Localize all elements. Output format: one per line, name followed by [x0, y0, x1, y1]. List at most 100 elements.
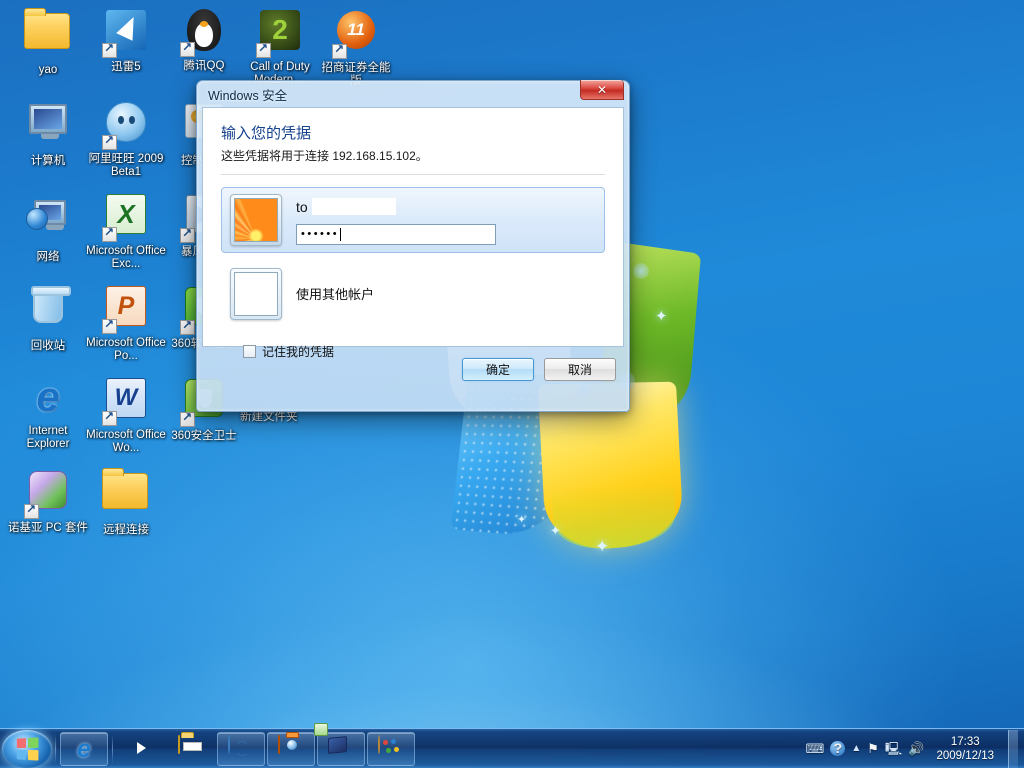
username-row[interactable]: to	[296, 196, 596, 218]
shortcut-overlay-icon	[256, 41, 271, 58]
desktop-icon[interactable]: 远程连接	[86, 466, 166, 537]
dialog-titlebar[interactable]: Windows 安全 ✕	[202, 80, 624, 107]
desktop-icon[interactable]: 回收站	[8, 282, 88, 353]
aww-icon	[102, 102, 150, 150]
desktop-icon[interactable]: e Internet Explorer	[8, 374, 88, 451]
desktop-icon[interactable]: 迅雷5	[86, 6, 166, 74]
volume-icon[interactable]: 🔊	[908, 742, 924, 755]
shortcut-overlay-icon	[102, 317, 117, 334]
show-desktop-button[interactable]	[1008, 729, 1018, 768]
folder-icon	[178, 734, 204, 762]
shortcut-overlay-icon	[102, 225, 117, 242]
globe-icon	[228, 734, 254, 762]
camera-icon	[278, 734, 304, 762]
clock-time: 17:33	[950, 735, 980, 748]
remember-credentials-checkbox[interactable]	[243, 345, 256, 358]
media-player-icon	[128, 736, 154, 762]
dialog-subtitle: 这些凭据将用于连接 192.168.15.102。	[221, 149, 428, 163]
shortcut-overlay-icon	[102, 133, 117, 150]
shortcut-overlay-icon	[102, 41, 117, 58]
penguin-icon	[180, 9, 228, 57]
text-caret	[340, 227, 342, 241]
taskbar: e ⌨ ? ▲ ⚑ 🖳 🔊 17:33 2009/12/13	[0, 728, 1024, 768]
taskbar-button-windows-media-player[interactable]	[117, 732, 165, 766]
folder-icon	[102, 468, 150, 521]
desktop-icon-label: 回收站	[30, 340, 66, 352]
desktop-icon[interactable]: 网络	[8, 190, 88, 264]
username-input[interactable]	[311, 198, 396, 215]
blank-avatar-icon	[234, 272, 278, 316]
sparkle-icon: ✦	[517, 514, 527, 526]
ie-icon: e	[77, 734, 91, 763]
sparkle-icon: ✦	[595, 537, 610, 556]
desktop-icon[interactable]: Microsoft Office Wo...	[86, 374, 166, 455]
windows-security-dialog: Windows 安全 ✕ 输入您的凭据 这些凭据将用于连接 192.168.15…	[196, 80, 630, 412]
sparkle-icon: ✦	[550, 523, 561, 538]
taskbar-divider	[55, 733, 56, 764]
taskbar-button-screen-capture[interactable]	[267, 731, 315, 766]
help-icon[interactable]: ?	[830, 741, 846, 756]
action-center-flag-icon[interactable]: ⚑	[867, 742, 879, 755]
desktop-icon-label: 腾讯QQ	[183, 60, 225, 72]
thunder-icon	[102, 10, 150, 58]
taskbar-button-internet-explorer[interactable]: e	[60, 731, 108, 766]
other-account-label: 使用其他帐户	[296, 287, 375, 302]
desktop-icon-label: 360安全卫士	[171, 430, 237, 442]
desktop-icon[interactable]: Microsoft Office Po...	[86, 282, 166, 363]
dialog-title: Windows 安全	[208, 88, 288, 103]
desktop-icon-label: Internet Explorer	[26, 425, 70, 450]
windows-logo-icon	[16, 736, 39, 761]
desktop-icon[interactable]: 招商证券全能版	[316, 6, 396, 88]
account-tile-selected[interactable]: to ••••••	[221, 187, 605, 253]
shortcut-overlay-icon	[102, 409, 117, 426]
desktop-icon[interactable]: 诺基亚 PC 套件	[8, 466, 88, 535]
blank-avatar	[230, 268, 282, 320]
nokia-icon	[24, 471, 72, 519]
wd-icon	[102, 378, 150, 426]
taskbar-divider	[112, 733, 113, 764]
taskbar-button-remote-desktop[interactable]	[317, 731, 365, 766]
start-button[interactable]	[2, 729, 52, 768]
close-glyph: ✕	[596, 82, 608, 97]
desktop-icon[interactable]: 计算机	[8, 98, 88, 168]
monitor-icon	[24, 104, 72, 152]
network-icon[interactable]: 🖳	[885, 742, 902, 755]
desktop-icon-label: 远程连接	[103, 524, 149, 536]
flower-avatar-icon	[234, 198, 278, 242]
xl-icon	[102, 194, 150, 242]
hidden-icons-icon[interactable]: ▲	[851, 742, 861, 755]
desktop-icon-label: 阿里旺旺 2009 Beta1	[88, 153, 164, 178]
clock[interactable]: 17:33 2009/12/13	[930, 735, 1000, 763]
remember-credentials-label: 记住我的凭据	[262, 345, 335, 359]
ok-button[interactable]: 确定	[462, 357, 534, 381]
close-icon[interactable]: ✕	[580, 80, 624, 100]
other-account-tile[interactable]: 使用其他帐户	[221, 261, 605, 327]
desktop-icon[interactable]: yao	[8, 6, 88, 77]
shortcut-overlay-icon	[180, 226, 195, 243]
cancel-button[interactable]: 取消	[544, 357, 616, 381]
desktop-icon[interactable]: 腾讯QQ	[164, 6, 244, 73]
shortcut-overlay-icon	[332, 42, 347, 59]
desktop-icon-label: 网络	[36, 251, 60, 263]
desktop-icon[interactable]: Call of Duty Modern ...	[240, 6, 320, 87]
desktop[interactable]: ✦ ✦ ✦ ✦ yao 迅雷5 腾讯QQ Call of Duty Modern ..…	[0, 0, 1024, 768]
bin-icon	[24, 286, 72, 337]
dialog-body: 输入您的凭据 这些凭据将用于连接 192.168.15.102。 to ••••…	[202, 107, 624, 359]
remember-credentials-row[interactable]: 记住我的凭据	[243, 343, 605, 360]
stock-icon	[332, 11, 380, 59]
clock-date: 2009/12/13	[936, 749, 994, 762]
desktop-icon-label: Microsoft Office Po...	[86, 337, 166, 362]
desktop-icon-label: yao	[38, 64, 58, 76]
taskbar-button-windows-explorer[interactable]	[167, 732, 215, 766]
dialog-heading: 输入您的凭据	[221, 125, 312, 142]
remote-desktop-icon	[328, 736, 354, 762]
desktop-icon[interactable]: 阿里旺旺 2009 Beta1	[86, 98, 166, 179]
divider	[221, 174, 605, 175]
taskbar-button-paint[interactable]	[367, 731, 415, 766]
password-input[interactable]: ••••••	[296, 223, 496, 245]
taskbar-button-web-browser[interactable]	[217, 731, 265, 766]
keyboard-layout-icon[interactable]: ⌨	[806, 742, 825, 755]
account-fields: to ••••••	[296, 196, 596, 245]
paint-palette-icon	[378, 734, 404, 762]
desktop-icon[interactable]: Microsoft Office Exc...	[86, 190, 166, 271]
